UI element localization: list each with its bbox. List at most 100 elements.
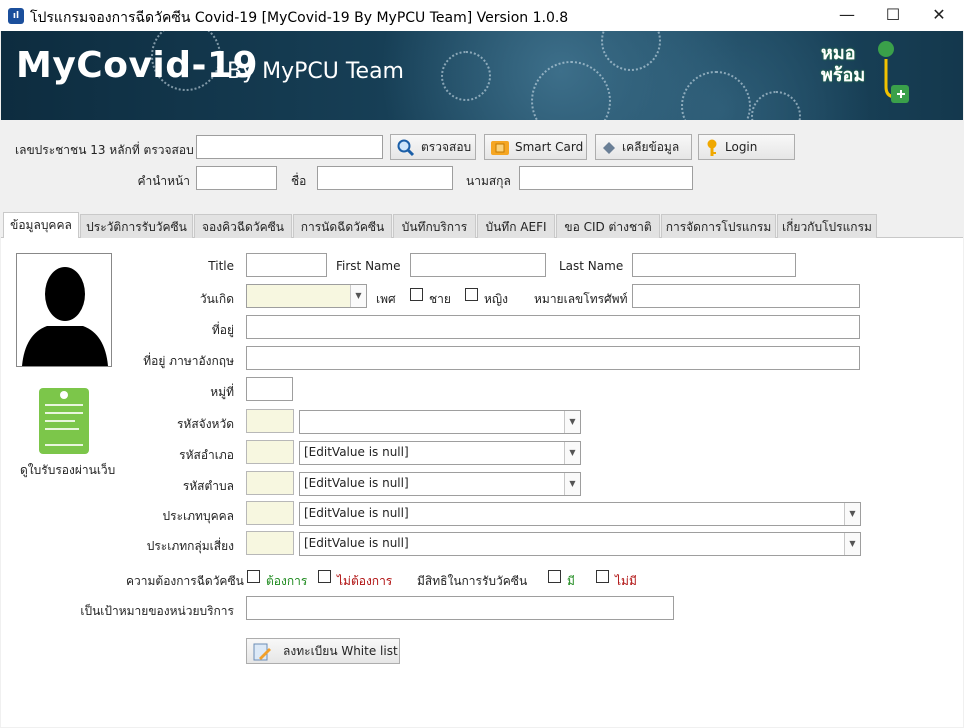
chevron-down-icon[interactable]: ▼ bbox=[350, 285, 366, 307]
vaccine-right-label: มีสิทธิในการรับวัคซีน bbox=[417, 574, 528, 588]
window-title: โปรแกรมจองการฉีดวัคซีน Covid-19 [MyCovid… bbox=[30, 10, 569, 26]
last-name-label: Last Name bbox=[559, 259, 624, 273]
virus-decoration bbox=[751, 91, 801, 120]
chevron-down-icon[interactable]: ▼ bbox=[844, 503, 860, 525]
person-photo[interactable] bbox=[16, 253, 112, 367]
prefix-input[interactable] bbox=[196, 166, 277, 190]
certificate-link[interactable]: ดูใบรับรองผ่านเว็บ bbox=[20, 461, 115, 480]
tab-vaccine-history[interactable]: ประวัติการรับวัคซีน bbox=[80, 214, 193, 238]
need-vaccine-label: ความต้องการฉีดวัคซีน bbox=[126, 574, 244, 588]
cid-input[interactable] bbox=[196, 135, 383, 159]
login-button[interactable]: Login bbox=[698, 134, 795, 160]
virus-decoration bbox=[441, 51, 491, 101]
not-want-checkbox[interactable] bbox=[318, 570, 331, 583]
smartcard-button-label: Smart Card bbox=[515, 140, 584, 154]
female-checkbox[interactable] bbox=[465, 288, 478, 301]
name-input[interactable] bbox=[317, 166, 453, 190]
moo-input[interactable] bbox=[246, 377, 293, 401]
chevron-down-icon[interactable]: ▼ bbox=[564, 411, 580, 433]
subdistrict-value: [EditValue is null] bbox=[304, 476, 409, 490]
virus-decoration bbox=[681, 71, 751, 120]
surname-label: นามสกุล bbox=[466, 174, 511, 188]
login-button-label: Login bbox=[725, 140, 758, 154]
no-right-checkbox[interactable] bbox=[596, 570, 609, 583]
chevron-down-icon[interactable]: ▼ bbox=[564, 473, 580, 495]
tab-program-management[interactable]: การจัดการโปรแกรม bbox=[661, 214, 776, 238]
name-label: ชื่อ bbox=[291, 174, 307, 188]
risk-group-code-input[interactable] bbox=[246, 531, 294, 555]
address-input[interactable] bbox=[246, 315, 860, 339]
cid-label: เลขประชาชน 13 หลักที่ ตรวจสอบ bbox=[15, 143, 194, 157]
target-label: เป็นเป้าหมายของหน่วยบริการ bbox=[80, 604, 234, 618]
phone-input[interactable] bbox=[632, 284, 860, 308]
close-button[interactable]: ✕ bbox=[916, 0, 962, 31]
first-name-label: First Name bbox=[336, 259, 401, 273]
banner-title: MyCovid-19 bbox=[16, 45, 259, 86]
has-right-checkbox[interactable] bbox=[548, 570, 561, 583]
title-label: Title bbox=[208, 259, 234, 273]
phone-label: หมายเลขโทรศัพท์ bbox=[534, 292, 628, 306]
banner: MyCovid-19 By MyPCU Team หมอ พร้อม bbox=[1, 31, 963, 120]
not-want-label: ไม่ต้องการ bbox=[337, 574, 393, 588]
risk-group-select[interactable]: [EditValue is null] ▼ bbox=[299, 532, 861, 556]
avatar-silhouette-icon bbox=[22, 267, 108, 366]
province-select[interactable]: ▼ bbox=[299, 410, 581, 434]
virus-decoration bbox=[601, 31, 661, 71]
app-icon: ıl bbox=[8, 8, 24, 24]
prefix-label: คำนำหน้า bbox=[137, 174, 190, 188]
district-code-input[interactable] bbox=[246, 440, 294, 464]
address-en-input[interactable] bbox=[246, 346, 860, 370]
virus-decoration bbox=[531, 61, 611, 120]
banner-subtitle: By MyPCU Team bbox=[227, 59, 404, 84]
person-type-select[interactable]: [EditValue is null] ▼ bbox=[299, 502, 861, 526]
risk-group-value: [EditValue is null] bbox=[304, 536, 409, 550]
tab-person-info[interactable]: ข้อมูลบุคคล bbox=[3, 212, 79, 239]
tab-appointment[interactable]: การนัดฉีดวัคซีน bbox=[293, 214, 392, 238]
magnifier-icon bbox=[397, 139, 415, 156]
province-code-input[interactable] bbox=[246, 409, 294, 433]
tab-about[interactable]: เกี่ยวกับโปรแกรม bbox=[777, 214, 877, 238]
first-name-input[interactable] bbox=[410, 253, 546, 277]
smartcard-icon bbox=[491, 140, 509, 155]
title-input[interactable] bbox=[246, 253, 327, 277]
person-type-label: ประเภทบุคคล bbox=[162, 509, 234, 523]
subdistrict-select[interactable]: [EditValue is null] ▼ bbox=[299, 472, 581, 496]
certificate-card-icon[interactable] bbox=[39, 388, 89, 454]
district-select[interactable]: [EditValue is null] ▼ bbox=[299, 441, 581, 465]
want-checkbox[interactable] bbox=[247, 570, 260, 583]
check-button-label: ตรวจสอบ bbox=[421, 140, 472, 154]
female-label: หญิง bbox=[484, 292, 508, 306]
check-button[interactable]: ตรวจสอบ bbox=[390, 134, 476, 160]
no-right-label: ไม่มี bbox=[615, 574, 637, 588]
document-edit-icon bbox=[253, 643, 271, 660]
birthdate-picker[interactable]: ▼ bbox=[246, 284, 367, 308]
male-checkbox[interactable] bbox=[410, 288, 423, 301]
whitelist-register-button[interactable]: ลงทะเบียน White list bbox=[246, 638, 400, 664]
tab-bar: ข้อมูลบุคคล ประวัติการรับวัคซีน จองคิวฉี… bbox=[1, 212, 963, 239]
address-en-label: ที่อยู่ ภาษาอังกฤษ bbox=[143, 354, 234, 368]
chevron-down-icon[interactable]: ▼ bbox=[844, 533, 860, 555]
tab-foreign-cid[interactable]: ขอ CID ต่างชาติ bbox=[556, 214, 660, 238]
chevron-down-icon[interactable]: ▼ bbox=[564, 442, 580, 464]
surname-input[interactable] bbox=[519, 166, 693, 190]
tab-aefi[interactable]: บันทึก AEFI bbox=[477, 214, 555, 238]
last-name-input[interactable] bbox=[632, 253, 796, 277]
clear-button-label: เคลียข้อมูล bbox=[622, 140, 680, 154]
tab-service-record[interactable]: บันทึกบริการ bbox=[393, 214, 476, 238]
district-value: [EditValue is null] bbox=[304, 445, 409, 459]
target-input[interactable] bbox=[246, 596, 674, 620]
want-label: ต้องการ bbox=[266, 574, 308, 588]
stethoscope-icon bbox=[878, 41, 909, 103]
subdistrict-code-input[interactable] bbox=[246, 471, 294, 495]
moo-label: หมู่ที่ bbox=[210, 385, 234, 399]
person-type-code-input[interactable] bbox=[246, 501, 294, 525]
maximize-button[interactable]: ☐ bbox=[870, 0, 916, 31]
eraser-icon bbox=[603, 141, 615, 154]
minimize-button[interactable]: — bbox=[824, 0, 870, 31]
whitelist-button-label: ลงทะเบียน White list bbox=[283, 644, 398, 658]
tab-book-vaccine[interactable]: จองคิวฉีดวัคซีน bbox=[194, 214, 292, 238]
risk-group-label: ประเภทกลุ่มเสี่ยง bbox=[146, 539, 234, 553]
clear-button[interactable]: เคลียข้อมูล bbox=[595, 134, 692, 160]
smartcard-button[interactable]: Smart Card bbox=[484, 134, 587, 160]
title-bar: ıl โปรแกรมจองการฉีดวัคซีน Covid-19 [MyCo… bbox=[0, 0, 964, 31]
